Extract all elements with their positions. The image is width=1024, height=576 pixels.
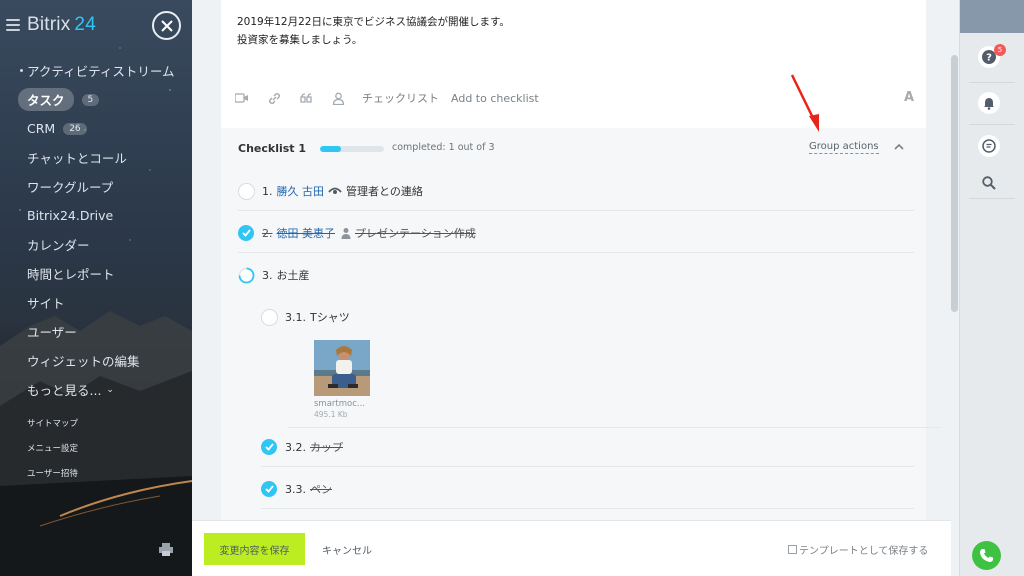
- sidebar-item-drive[interactable]: Bitrix24.Drive: [0, 201, 192, 230]
- page-scrollbar[interactable]: [951, 0, 959, 576]
- tasks-count-badge: 5: [81, 93, 100, 106]
- checklist-subitem[interactable]: 3.3. ペン: [261, 469, 914, 509]
- partial-progress-icon[interactable]: [238, 267, 255, 284]
- search-button[interactable]: [978, 172, 1000, 194]
- task-card: 2019年12月22日に東京でビジネス協議会が開催します。 投資家を募集しましょ…: [221, 0, 941, 520]
- crm-count-badge: 26: [63, 122, 87, 135]
- close-sidebar-button[interactable]: [152, 11, 181, 40]
- right-panel: ? 5: [959, 0, 1024, 576]
- subitem-checkbox[interactable]: [261, 308, 278, 326]
- svg-text:?: ?: [986, 53, 992, 64]
- checklist-title[interactable]: Checklist 1: [238, 142, 306, 155]
- task-footer: 変更内容を保存 キャンセル テンプレートとして保存する: [192, 520, 959, 576]
- scrollbar-thumb[interactable]: [951, 55, 958, 312]
- checklist-item[interactable]: 1. 勝久 古田 管理者との連絡: [238, 171, 914, 211]
- check-icon: [264, 485, 274, 493]
- bell-icon: [984, 97, 994, 110]
- sidebar-item-activity-stream[interactable]: アクティビティストリーム: [0, 56, 192, 85]
- sidebar-item-users[interactable]: ユーザー: [0, 317, 192, 346]
- sidebar-nav: アクティビティストリーム タスク 5 CRM 26 チャットとコール ワークグループ…: [0, 56, 192, 404]
- chat-icon: [982, 139, 996, 153]
- save-as-template-checkbox[interactable]: テンプレートとして保存する: [788, 542, 928, 557]
- printer-icon[interactable]: [159, 543, 173, 556]
- logo-text: Bitrix 24: [27, 14, 96, 35]
- phone-icon: [980, 549, 993, 562]
- assignee-link[interactable]: 徳田 美恵子: [277, 225, 336, 241]
- checklist-item[interactable]: 2. 徳田 美恵子 プレゼンテーション作成: [238, 213, 914, 253]
- task-edit-area: 2019年12月22日に東京でビジネス協議会が開催します。 投資家を募集しましょ…: [192, 0, 959, 576]
- subitem-checkbox-checked[interactable]: [261, 439, 277, 455]
- attachment[interactable]: smartmoc... 495.1 Kb: [288, 340, 941, 428]
- sidebar-item-crm[interactable]: CRM 26: [0, 114, 192, 143]
- editor-toolbar: チェックリスト Add to checklist A: [234, 86, 914, 110]
- observer-eye-icon: [328, 187, 342, 194]
- attachment-thumbnail[interactable]: [314, 340, 370, 396]
- task-description[interactable]: 2019年12月22日に東京でビジネス協議会が開催します。 投資家を募集しましょ…: [237, 13, 510, 49]
- checklist-item[interactable]: 3. お土産: [238, 255, 914, 295]
- template-checkbox-box[interactable]: [788, 545, 797, 554]
- sidebar-item-tasks[interactable]: タスク 5: [0, 85, 192, 114]
- text-format-button[interactable]: A: [904, 90, 914, 105]
- link-icon[interactable]: [266, 90, 282, 106]
- sidebar-item-workgroups[interactable]: ワークグループ: [0, 172, 192, 201]
- checklist-subitem[interactable]: 3.2. カップ: [261, 427, 914, 467]
- responsible-person-icon: [341, 228, 351, 239]
- item-checkbox-checked[interactable]: [238, 225, 254, 241]
- attachment-name[interactable]: smartmoc...: [314, 399, 370, 409]
- left-sidebar: Bitrix 24 アクティビティストリーム タスク 5 CRM 26 チャットとコー…: [0, 0, 192, 576]
- checklist-header: Checklist 1 completed: 1 out of 3 Group …: [221, 128, 926, 170]
- attachment-size: 495.1 Kb: [314, 410, 348, 419]
- checklist-progress-bar: [320, 146, 384, 152]
- sidebar-link-invite-users[interactable]: ユーザー招待: [27, 467, 177, 479]
- chat-button[interactable]: [978, 135, 1000, 157]
- sidebar-item-calendar[interactable]: カレンダー: [0, 230, 192, 259]
- checklist-tool-button[interactable]: チェックリスト: [362, 90, 439, 106]
- sidebar-link-menu-settings[interactable]: メニュー設定: [27, 442, 177, 454]
- save-changes-button[interactable]: 変更内容を保存: [204, 533, 305, 565]
- close-icon: [160, 19, 173, 32]
- right-panel-header: [960, 0, 1024, 33]
- mention-user-icon[interactable]: [330, 90, 346, 106]
- checklist-panel: Checklist 1 completed: 1 out of 3 Group …: [221, 128, 941, 520]
- help-notification-badge: 5: [994, 44, 1006, 56]
- sidebar-item-more[interactable]: もっと見る... ⌄: [0, 375, 192, 404]
- check-icon: [241, 229, 251, 237]
- checklist-subitem[interactable]: 3.1. Tシャツ: [261, 297, 914, 337]
- subitem-checkbox-checked[interactable]: [261, 481, 277, 497]
- call-button[interactable]: [972, 541, 1001, 570]
- collapse-chevron-up-icon[interactable]: [893, 141, 905, 153]
- assignee-link[interactable]: 勝久 古田: [277, 183, 325, 199]
- quote-icon[interactable]: [298, 90, 314, 106]
- cancel-button[interactable]: キャンセル: [322, 542, 372, 557]
- sidebar-item-sites[interactable]: サイト: [0, 288, 192, 317]
- sidebar-item-edit-widgets[interactable]: ウィジェットの編集: [0, 346, 192, 375]
- more-chevron-icon: ⌄: [106, 384, 114, 395]
- group-actions-button[interactable]: Group actions: [809, 141, 879, 154]
- sidebar-item-chat[interactable]: チャットとコール: [0, 143, 192, 172]
- notifications-button[interactable]: [978, 92, 1000, 114]
- logo[interactable]: Bitrix 24: [6, 14, 96, 36]
- sidebar-item-time-reports[interactable]: 時間とレポート: [0, 259, 192, 288]
- hamburger-menu-icon[interactable]: [6, 19, 20, 31]
- add-to-checklist-button[interactable]: Add to checklist: [451, 92, 539, 105]
- search-icon: [982, 176, 996, 190]
- checklist-completed-count: completed: 1 out of 3: [392, 142, 495, 153]
- check-icon: [264, 443, 274, 451]
- item-checkbox[interactable]: [238, 182, 255, 200]
- video-icon[interactable]: [234, 90, 250, 106]
- sidebar-link-sitemap[interactable]: サイトマップ: [27, 417, 177, 429]
